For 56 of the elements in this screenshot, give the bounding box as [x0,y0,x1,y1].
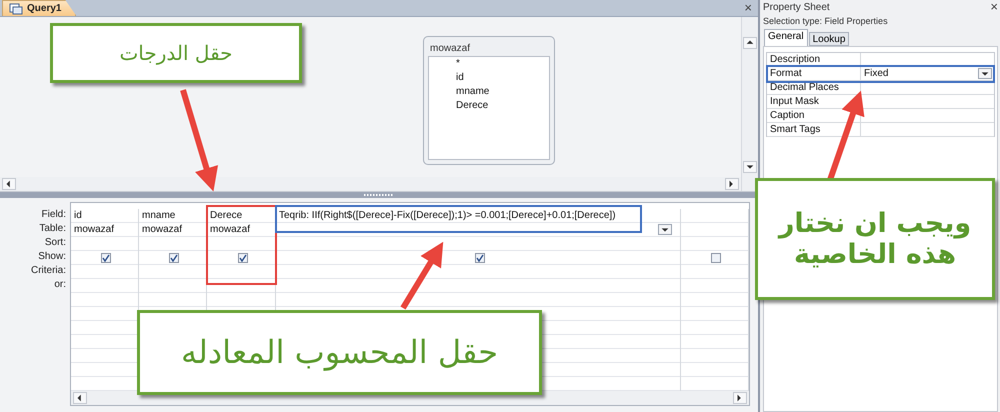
dropdown-button[interactable] [658,224,672,235]
show-checkbox[interactable] [474,252,484,262]
table-cell: mowazaf [142,223,182,236]
callout-text: هذه الخاصية [794,239,956,270]
scroll-left-button[interactable] [2,178,16,190]
row-label: Show: [38,250,66,264]
close-button[interactable]: × [990,0,998,15]
property-label: Input Mask [767,95,861,109]
panel-title: Property Sheet [763,2,830,12]
document-tab[interactable]: Query1 [2,0,76,16]
property-label: Format [767,67,861,81]
property-label: Smart Tags [767,123,861,137]
selection-type: Selection type: Field Properties [763,15,889,28]
scroll-right-button[interactable] [733,392,747,404]
show-checkbox[interactable] [101,252,111,262]
show-checkbox[interactable] [238,252,248,262]
check-icon [102,254,110,262]
field-cell[interactable]: mname [139,209,206,223]
row-label: or: [54,278,66,292]
row-label: Table: [39,222,66,236]
dropdown-button[interactable] [978,68,992,79]
row-label: Field: [42,208,66,222]
check-icon [170,254,178,262]
property-label: Description [767,53,861,67]
callout-text: حقل المحسوب المعادله [180,334,498,371]
scroll-down-button[interactable] [743,161,757,174]
field-cell[interactable]: id [71,209,138,223]
field-cell[interactable]: Teqrib: IIf(Right$([Derece]-Fix([Derece]);1)> =0.001;[Derece]+0.01;[Derece]) [276,209,680,223]
property-label: Caption [767,109,861,123]
table-cell: mowazaf [74,223,114,236]
field-cell[interactable]: Derece [207,209,275,223]
arrow [400,242,444,310]
table-cell: mowazaf [210,223,250,236]
table-field[interactable]: mname [456,85,549,99]
table-field[interactable]: id [456,71,549,85]
row-label: Sort: [44,236,66,250]
scroll-left-button[interactable] [73,392,87,404]
scroll-right-button[interactable] [725,178,739,190]
check-icon [476,254,484,262]
close-button[interactable]: × [744,0,752,16]
table-field[interactable]: Derece [456,99,549,113]
scroll-up-button[interactable] [743,37,757,49]
show-checkbox[interactable] [711,252,721,262]
table-field[interactable]: * [456,57,549,71]
callout-text: ويجب ان نختار [778,208,972,239]
callout-text: حقل الدرجات [119,42,233,64]
tab[interactable]: Lookup [808,32,850,46]
check-icon [238,254,246,262]
property-value[interactable]: Fixed [864,67,888,80]
row-label: Criteria: [30,264,66,278]
show-checkbox[interactable] [169,252,179,262]
query-icon [9,2,23,14]
tab[interactable]: General [764,29,808,46]
table-title: mowazaf [429,43,472,54]
property-label: Decimal Places [767,81,861,95]
splitter-grip[interactable] [364,194,394,197]
